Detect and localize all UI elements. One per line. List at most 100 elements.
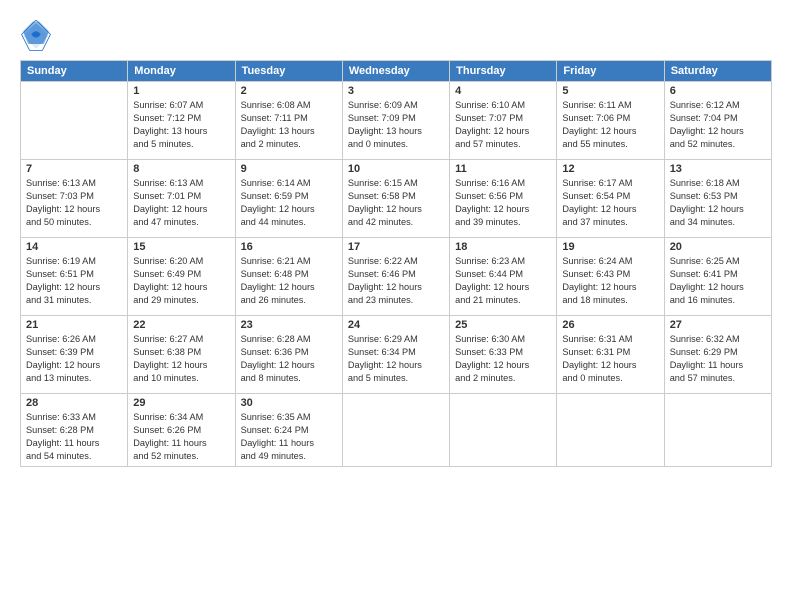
day-detail: Sunrise: 6:13 AMSunset: 7:01 PMDaylight:… bbox=[133, 177, 229, 229]
day-number: 29 bbox=[133, 397, 229, 409]
calendar-cell bbox=[664, 394, 771, 467]
logo-icon bbox=[20, 20, 52, 52]
calendar-cell: 28 Sunrise: 6:33 AMSunset: 6:28 PMDayligh… bbox=[21, 394, 128, 467]
calendar-cell bbox=[342, 394, 449, 467]
calendar-cell: 21 Sunrise: 6:26 AMSunset: 6:39 PMDayligh… bbox=[21, 316, 128, 394]
day-detail: Sunrise: 6:26 AMSunset: 6:39 PMDaylight:… bbox=[26, 333, 122, 385]
day-number: 15 bbox=[133, 241, 229, 253]
day-number: 23 bbox=[241, 319, 337, 331]
day-detail: Sunrise: 6:21 AMSunset: 6:48 PMDaylight:… bbox=[241, 255, 337, 307]
calendar-cell: 17 Sunrise: 6:22 AMSunset: 6:46 PMDayligh… bbox=[342, 238, 449, 316]
calendar-cell: 16 Sunrise: 6:21 AMSunset: 6:48 PMDayligh… bbox=[235, 238, 342, 316]
day-number: 8 bbox=[133, 163, 229, 175]
day-detail: Sunrise: 6:12 AMSunset: 7:04 PMDaylight:… bbox=[670, 99, 766, 151]
logo bbox=[20, 20, 56, 52]
calendar-cell: 20 Sunrise: 6:25 AMSunset: 6:41 PMDayligh… bbox=[664, 238, 771, 316]
calendar-header-friday: Friday bbox=[557, 61, 664, 82]
day-number: 26 bbox=[562, 319, 658, 331]
day-number: 3 bbox=[348, 85, 444, 97]
day-detail: Sunrise: 6:19 AMSunset: 6:51 PMDaylight:… bbox=[26, 255, 122, 307]
day-number: 28 bbox=[26, 397, 122, 409]
calendar-cell: 3 Sunrise: 6:09 AMSunset: 7:09 PMDaylight… bbox=[342, 82, 449, 160]
calendar-cell: 12 Sunrise: 6:17 AMSunset: 6:54 PMDayligh… bbox=[557, 160, 664, 238]
calendar-cell: 11 Sunrise: 6:16 AMSunset: 6:56 PMDayligh… bbox=[450, 160, 557, 238]
day-detail: Sunrise: 6:11 AMSunset: 7:06 PMDaylight:… bbox=[562, 99, 658, 151]
day-detail: Sunrise: 6:24 AMSunset: 6:43 PMDaylight:… bbox=[562, 255, 658, 307]
day-detail: Sunrise: 6:29 AMSunset: 6:34 PMDaylight:… bbox=[348, 333, 444, 385]
calendar-cell: 1Sunrise: 6:07 AMSunset: 7:12 PMDaylight… bbox=[128, 82, 235, 160]
day-number: 16 bbox=[241, 241, 337, 253]
day-detail: Sunrise: 6:16 AMSunset: 6:56 PMDaylight:… bbox=[455, 177, 551, 229]
calendar-cell bbox=[450, 394, 557, 467]
calendar-cell: 23Sunrise: 6:28 AMSunset: 6:36 PMDayligh… bbox=[235, 316, 342, 394]
day-number: 13 bbox=[670, 163, 766, 175]
day-number: 11 bbox=[455, 163, 551, 175]
calendar-cell: 30Sunrise: 6:35 AMSunset: 6:24 PMDayligh… bbox=[235, 394, 342, 467]
calendar-cell: 14 Sunrise: 6:19 AMSunset: 6:51 PMDayligh… bbox=[21, 238, 128, 316]
calendar-header-tuesday: Tuesday bbox=[235, 61, 342, 82]
calendar-cell: 4 Sunrise: 6:10 AMSunset: 7:07 PMDaylight… bbox=[450, 82, 557, 160]
calendar-cell: 7 Sunrise: 6:13 AMSunset: 7:03 PMDaylight… bbox=[21, 160, 128, 238]
day-detail: Sunrise: 6:10 AMSunset: 7:07 PMDaylight:… bbox=[455, 99, 551, 151]
calendar-cell: 6 Sunrise: 6:12 AMSunset: 7:04 PMDaylight… bbox=[664, 82, 771, 160]
day-number: 4 bbox=[455, 85, 551, 97]
calendar-cell bbox=[21, 82, 128, 160]
day-number: 21 bbox=[26, 319, 122, 331]
calendar-cell: 18Sunrise: 6:23 AMSunset: 6:44 PMDayligh… bbox=[450, 238, 557, 316]
day-number: 14 bbox=[26, 241, 122, 253]
day-number: 22 bbox=[133, 319, 229, 331]
calendar-cell: 27 Sunrise: 6:32 AMSunset: 6:29 PMDayligh… bbox=[664, 316, 771, 394]
calendar-header-sunday: Sunday bbox=[21, 61, 128, 82]
calendar-cell: 29 Sunrise: 6:34 AMSunset: 6:26 PMDayligh… bbox=[128, 394, 235, 467]
calendar-header-monday: Monday bbox=[128, 61, 235, 82]
calendar-cell: 2 Sunrise: 6:08 AMSunset: 7:11 PMDaylight… bbox=[235, 82, 342, 160]
day-number: 27 bbox=[670, 319, 766, 331]
day-number: 12 bbox=[562, 163, 658, 175]
day-number: 10 bbox=[348, 163, 444, 175]
day-detail: Sunrise: 6:22 AMSunset: 6:46 PMDaylight:… bbox=[348, 255, 444, 307]
calendar-week-row: 14 Sunrise: 6:19 AMSunset: 6:51 PMDayligh… bbox=[21, 238, 772, 316]
page-header bbox=[20, 16, 772, 52]
calendar-cell: 9 Sunrise: 6:14 AMSunset: 6:59 PMDaylight… bbox=[235, 160, 342, 238]
calendar-cell: 10 Sunrise: 6:15 AMSunset: 6:58 PMDayligh… bbox=[342, 160, 449, 238]
calendar-week-row: 1Sunrise: 6:07 AMSunset: 7:12 PMDaylight… bbox=[21, 82, 772, 160]
calendar-table: SundayMondayTuesdayWednesdayThursdayFrid… bbox=[20, 60, 772, 467]
day-detail: Sunrise: 6:07 AMSunset: 7:12 PMDaylight:… bbox=[133, 99, 229, 151]
day-detail: Sunrise: 6:25 AMSunset: 6:41 PMDaylight:… bbox=[670, 255, 766, 307]
day-detail: Sunrise: 6:09 AMSunset: 7:09 PMDaylight:… bbox=[348, 99, 444, 151]
day-number: 19 bbox=[562, 241, 658, 253]
calendar-header-thursday: Thursday bbox=[450, 61, 557, 82]
day-number: 17 bbox=[348, 241, 444, 253]
calendar-header-wednesday: Wednesday bbox=[342, 61, 449, 82]
calendar-cell: 13 Sunrise: 6:18 AMSunset: 6:53 PMDayligh… bbox=[664, 160, 771, 238]
day-number: 30 bbox=[241, 397, 337, 409]
day-detail: Sunrise: 6:13 AMSunset: 7:03 PMDaylight:… bbox=[26, 177, 122, 229]
day-detail: Sunrise: 6:15 AMSunset: 6:58 PMDaylight:… bbox=[348, 177, 444, 229]
calendar-week-row: 21 Sunrise: 6:26 AMSunset: 6:39 PMDayligh… bbox=[21, 316, 772, 394]
calendar-cell: 25Sunrise: 6:30 AMSunset: 6:33 PMDayligh… bbox=[450, 316, 557, 394]
calendar-cell: 26Sunrise: 6:31 AMSunset: 6:31 PMDayligh… bbox=[557, 316, 664, 394]
day-number: 5 bbox=[562, 85, 658, 97]
day-number: 7 bbox=[26, 163, 122, 175]
day-detail: Sunrise: 6:27 AMSunset: 6:38 PMDaylight:… bbox=[133, 333, 229, 385]
calendar-week-row: 28 Sunrise: 6:33 AMSunset: 6:28 PMDayligh… bbox=[21, 394, 772, 467]
calendar-cell: 22 Sunrise: 6:27 AMSunset: 6:38 PMDayligh… bbox=[128, 316, 235, 394]
day-detail: Sunrise: 6:20 AMSunset: 6:49 PMDaylight:… bbox=[133, 255, 229, 307]
calendar-cell: 19 Sunrise: 6:24 AMSunset: 6:43 PMDayligh… bbox=[557, 238, 664, 316]
day-number: 6 bbox=[670, 85, 766, 97]
day-number: 2 bbox=[241, 85, 337, 97]
day-detail: Sunrise: 6:34 AMSunset: 6:26 PMDaylight:… bbox=[133, 411, 229, 463]
day-detail: Sunrise: 6:23 AMSunset: 6:44 PMDaylight:… bbox=[455, 255, 551, 307]
day-detail: Sunrise: 6:32 AMSunset: 6:29 PMDaylight:… bbox=[670, 333, 766, 385]
day-detail: Sunrise: 6:08 AMSunset: 7:11 PMDaylight:… bbox=[241, 99, 337, 151]
day-detail: Sunrise: 6:30 AMSunset: 6:33 PMDaylight:… bbox=[455, 333, 551, 385]
day-number: 9 bbox=[241, 163, 337, 175]
day-number: 24 bbox=[348, 319, 444, 331]
calendar-cell: 5 Sunrise: 6:11 AMSunset: 7:06 PMDaylight… bbox=[557, 82, 664, 160]
day-detail: Sunrise: 6:17 AMSunset: 6:54 PMDaylight:… bbox=[562, 177, 658, 229]
calendar-cell: 8 Sunrise: 6:13 AMSunset: 7:01 PMDaylight… bbox=[128, 160, 235, 238]
day-detail: Sunrise: 6:18 AMSunset: 6:53 PMDaylight:… bbox=[670, 177, 766, 229]
day-detail: Sunrise: 6:33 AMSunset: 6:28 PMDaylight:… bbox=[26, 411, 122, 463]
day-number: 20 bbox=[670, 241, 766, 253]
day-detail: Sunrise: 6:14 AMSunset: 6:59 PMDaylight:… bbox=[241, 177, 337, 229]
